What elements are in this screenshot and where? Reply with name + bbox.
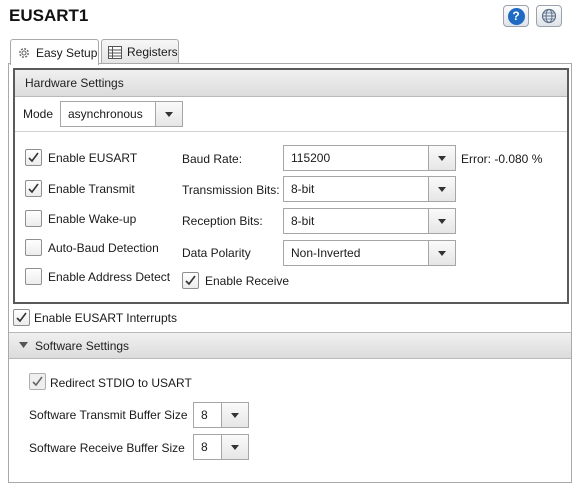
software-settings-title: Software Settings [35,338,130,353]
rx-buffer-dropdown-button[interactable] [221,435,248,459]
transmission-bits-select[interactable]: 8-bit [283,176,456,202]
collapse-triangle-icon [19,342,28,348]
easy-setup-panel: Hardware Settings Mode asynchronous Enab… [8,63,572,483]
chevron-down-icon [438,218,446,224]
checkmark-icon [28,152,39,163]
transmission-bits-dropdown-button[interactable] [428,177,455,201]
data-polarity-dropdown-button[interactable] [428,241,455,265]
rx-buffer-label: Software Receive Buffer Size [29,441,185,455]
transmission-bits-value: 8-bit [291,182,315,196]
help-icon: ? [507,7,525,25]
hardware-settings-header: Hardware Settings [15,70,567,97]
reception-bits-label: Reception Bits: [182,214,263,228]
enable-receive-label: Enable Receive [205,274,290,288]
chevron-down-icon [231,412,239,418]
software-settings-header[interactable]: Software Settings [9,332,571,359]
mode-label: Mode [23,107,54,121]
chevron-down-icon [165,111,173,117]
mode-dropdown-button[interactable] [155,102,182,126]
enable-wakeup-checkbox[interactable] [25,210,42,227]
tx-buffer-select[interactable]: 8 [193,402,249,428]
baud-rate-select[interactable]: 115200 [283,145,456,171]
enable-transmit-label: Enable Transmit [48,182,135,196]
tab-label: Registers [127,45,178,59]
table-icon [108,45,122,59]
page-title: EUSART1 [9,6,89,25]
redirect-stdio-checkbox[interactable] [29,373,46,390]
tab-label: Easy Setup [36,45,98,60]
hardware-settings-title: Hardware Settings [25,76,124,90]
transmission-bits-label: Transmission Bits: [182,183,280,197]
enable-address-detect-label: Enable Address Detect [48,270,171,284]
chevron-down-icon [438,250,446,256]
tx-buffer-value: 8 [201,408,208,422]
data-polarity-value: Non-Inverted [291,246,361,260]
chevron-down-icon [438,186,446,192]
hardware-settings-panel: Hardware Settings Mode asynchronous Enab… [13,68,569,304]
baud-rate-dropdown-button[interactable] [428,146,455,170]
mode-select[interactable]: asynchronous [60,101,183,127]
reception-bits-dropdown-button[interactable] [428,209,455,233]
enable-receive-checkbox[interactable] [182,272,199,289]
enable-eusart-checkbox[interactable] [25,149,42,166]
enable-eusart-label: Enable EUSART [48,151,138,165]
mode-row: Mode asynchronous [15,96,567,132]
checkmark-icon [16,312,27,323]
tab-easy-setup[interactable]: Easy Setup [10,39,99,65]
mode-value: asynchronous [68,107,143,121]
checkmark-icon [185,275,196,286]
checkmark-icon [28,183,39,194]
enable-address-detect-checkbox[interactable] [25,268,42,285]
baud-rate-label: Baud Rate: [182,152,243,166]
baud-error-text: Error: -0.080 % [461,152,543,166]
enable-interrupts-checkbox[interactable] [13,309,30,326]
redirect-stdio-label: Redirect STDIO to USART [50,376,192,390]
gear-icon [17,46,31,60]
reception-bits-value: 8-bit [291,214,315,228]
help-button[interactable]: ? [503,5,529,27]
baud-rate-value: 115200 [291,151,331,165]
globe-button[interactable] [536,5,562,27]
tab-registers[interactable]: Registers [101,39,179,64]
rx-buffer-value: 8 [201,440,208,454]
data-polarity-select[interactable]: Non-Inverted [283,240,456,266]
auto-baud-checkbox[interactable] [25,239,42,256]
tx-buffer-dropdown-button[interactable] [221,403,248,427]
tx-buffer-label: Software Transmit Buffer Size [29,408,188,422]
chevron-down-icon [438,155,446,161]
enable-wakeup-label: Enable Wake-up [48,212,137,226]
rx-buffer-select[interactable]: 8 [193,434,249,460]
chevron-down-icon [231,444,239,450]
auto-baud-label: Auto-Baud Detection [48,241,159,255]
enable-transmit-checkbox[interactable] [25,180,42,197]
data-polarity-label: Data Polarity [182,246,251,260]
enable-interrupts-label: Enable EUSART Interrupts [34,311,177,325]
reception-bits-select[interactable]: 8-bit [283,208,456,234]
checkmark-icon [32,376,43,387]
globe-icon [541,8,557,24]
